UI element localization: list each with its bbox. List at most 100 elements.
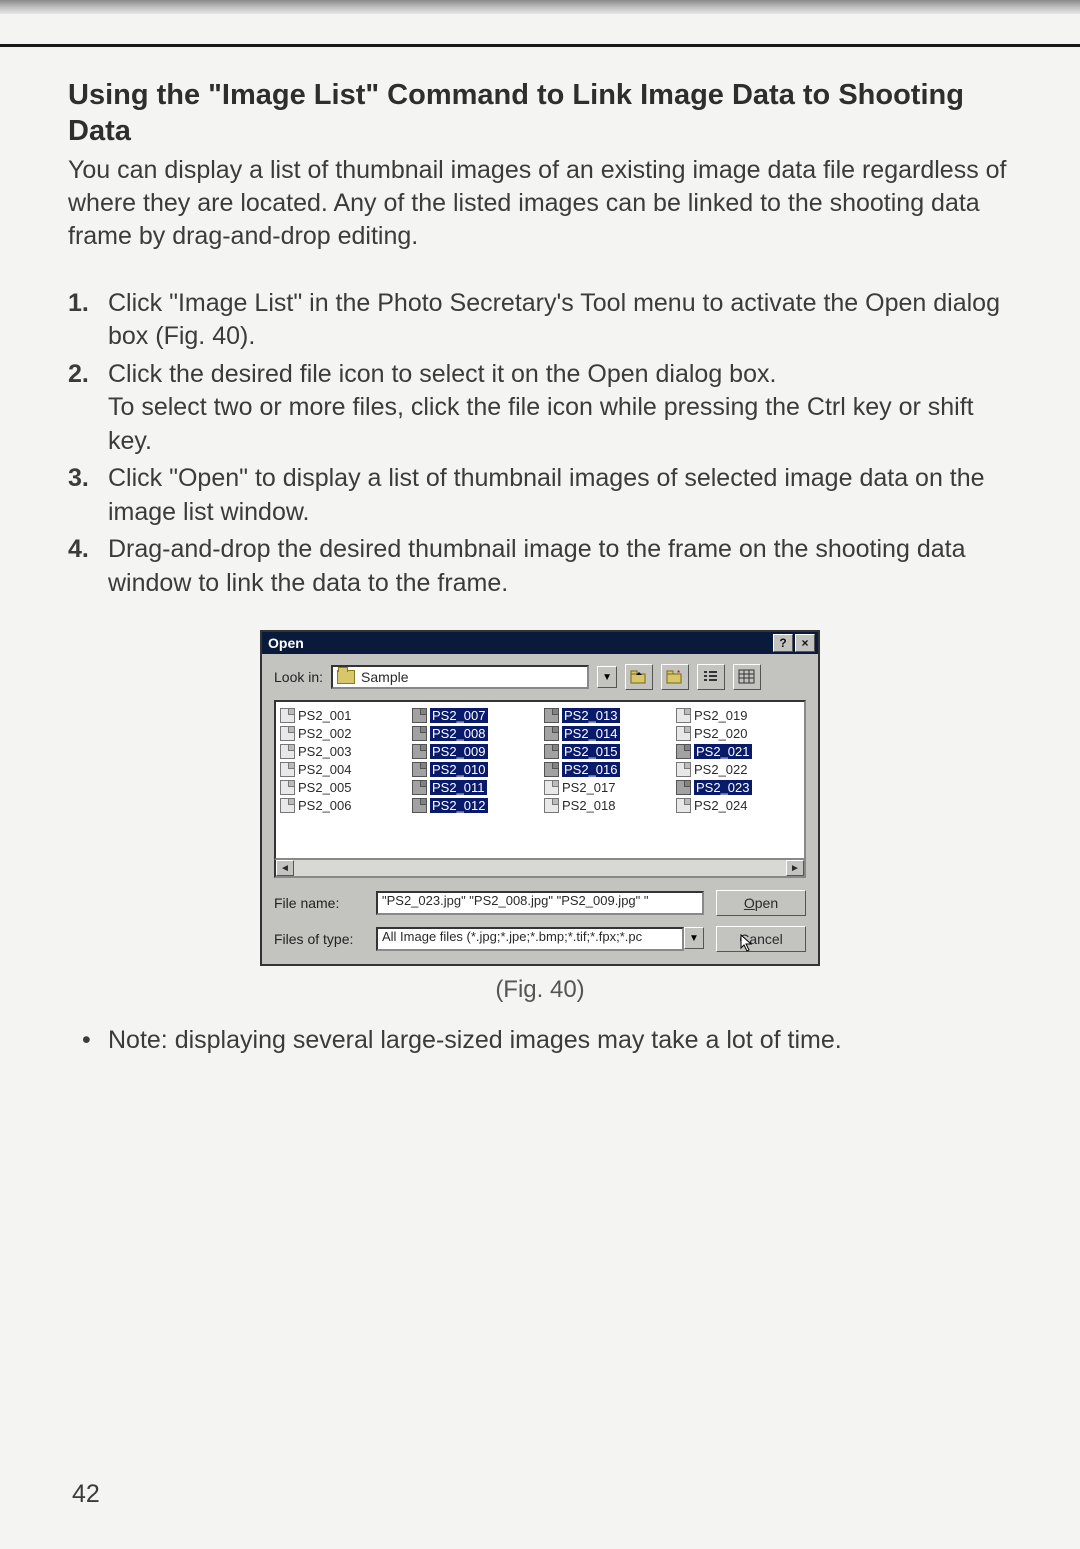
document-icon (412, 744, 427, 759)
note: Note: displaying several large-sized ima… (68, 1026, 1012, 1055)
list-icon (702, 669, 720, 685)
file-name: PS2_018 (562, 798, 616, 813)
document-icon (544, 780, 559, 795)
file-item[interactable]: PS2_016 (544, 762, 668, 777)
document-icon (676, 708, 691, 723)
details-icon (738, 669, 756, 685)
document-icon (676, 744, 691, 759)
open-button[interactable]: Open (716, 890, 806, 916)
document-icon (280, 780, 295, 795)
file-item[interactable]: PS2_015 (544, 744, 668, 759)
file-name: PS2_006 (298, 798, 352, 813)
filename-label: File name: (274, 895, 364, 911)
file-item[interactable]: PS2_002 (280, 726, 404, 741)
document-icon (280, 798, 295, 813)
folder-icon (337, 670, 355, 684)
step-text: Click the desired file icon to select it… (108, 360, 974, 455)
file-name: PS2_009 (430, 744, 488, 759)
file-item[interactable]: PS2_004 (280, 762, 404, 777)
file-item[interactable]: PS2_005 (280, 780, 404, 795)
horizontal-rule (0, 44, 1080, 47)
step-text: Click "Image List" in the Photo Secretar… (108, 289, 1000, 351)
file-item[interactable]: PS2_012 (412, 798, 536, 813)
list-view-button[interactable] (697, 664, 725, 690)
lookin-combo[interactable]: Sample (331, 665, 589, 689)
file-name: PS2_022 (694, 762, 748, 777)
file-name: PS2_013 (562, 708, 620, 723)
horizontal-scrollbar[interactable]: ◄ ► (274, 860, 806, 878)
file-name: PS2_023 (694, 780, 752, 795)
scroll-left-button[interactable]: ◄ (276, 860, 294, 876)
instruction-list: 1.Click "Image List" in the Photo Secret… (68, 287, 1012, 601)
file-item[interactable]: PS2_003 (280, 744, 404, 759)
open-dialog: Open ? × Look in: Sample ▼ * (260, 630, 820, 966)
file-name: PS2_001 (298, 708, 352, 723)
document-icon (412, 780, 427, 795)
document-icon (412, 798, 427, 813)
step-3: 3.Click "Open" to display a list of thum… (68, 462, 1012, 529)
dialog-title: Open (268, 635, 304, 651)
filetype-combo[interactable]: All Image files (*.jpg;*.jpe;*.bmp;*.tif… (376, 927, 684, 951)
mouse-cursor-icon (740, 934, 756, 954)
file-item[interactable]: PS2_017 (544, 780, 668, 795)
help-button[interactable]: ? (773, 634, 793, 652)
lookin-dropdown-button[interactable]: ▼ (597, 666, 617, 688)
document-icon (676, 798, 691, 813)
file-name: PS2_002 (298, 726, 352, 741)
filename-input[interactable]: "PS2_023.jpg" "PS2_008.jpg" "PS2_009.jpg… (376, 891, 704, 915)
filetype-dropdown-button[interactable]: ▼ (684, 927, 704, 949)
file-name: PS2_003 (298, 744, 352, 759)
document-icon (280, 726, 295, 741)
scan-top-edge (0, 0, 1080, 14)
file-name: PS2_019 (694, 708, 748, 723)
new-folder-icon: * (666, 669, 684, 685)
dialog-titlebar[interactable]: Open ? × (262, 632, 818, 654)
file-item[interactable]: PS2_019 (676, 708, 800, 723)
section-heading: Using the "Image List" Command to Link I… (68, 77, 1012, 150)
cancel-button[interactable]: Cancel (716, 926, 806, 952)
file-item[interactable]: PS2_021 (676, 744, 800, 759)
document-icon (412, 726, 427, 741)
file-item[interactable]: PS2_023 (676, 780, 800, 795)
file-item[interactable]: PS2_020 (676, 726, 800, 741)
file-name: PS2_004 (298, 762, 352, 777)
file-item[interactable]: PS2_007 (412, 708, 536, 723)
close-button[interactable]: × (795, 634, 815, 652)
file-item[interactable]: PS2_009 (412, 744, 536, 759)
document-icon (544, 708, 559, 723)
up-one-level-button[interactable] (625, 664, 653, 690)
file-item[interactable]: PS2_010 (412, 762, 536, 777)
document-icon (544, 744, 559, 759)
document-icon (676, 762, 691, 777)
document-icon (544, 798, 559, 813)
file-name: PS2_011 (430, 780, 487, 795)
file-name: PS2_005 (298, 780, 352, 795)
file-list-area[interactable]: PS2_001 PS2_002 PS2_003 PS2_004 PS2_005 PS2_0… (274, 700, 806, 860)
document-icon (412, 762, 427, 777)
file-item[interactable]: PS2_014 (544, 726, 668, 741)
document-icon (280, 762, 295, 777)
scroll-track[interactable] (294, 860, 786, 876)
file-item[interactable]: PS2_018 (544, 798, 668, 813)
document-icon (544, 762, 559, 777)
scroll-right-button[interactable]: ► (786, 860, 804, 876)
new-folder-button[interactable]: * (661, 664, 689, 690)
document-icon (544, 726, 559, 741)
intro-paragraph: You can display a list of thumbnail imag… (68, 154, 1012, 253)
filetype-label: Files of type: (274, 931, 364, 947)
file-item[interactable]: PS2_001 (280, 708, 404, 723)
document-icon (676, 780, 691, 795)
file-item[interactable]: PS2_024 (676, 798, 800, 813)
file-name: PS2_021 (694, 744, 752, 759)
file-item[interactable]: PS2_022 (676, 762, 800, 777)
file-name: PS2_015 (562, 744, 620, 759)
file-item[interactable]: PS2_006 (280, 798, 404, 813)
file-item[interactable]: PS2_013 (544, 708, 668, 723)
file-item[interactable]: PS2_011 (412, 780, 536, 795)
step-2: 2.Click the desired file icon to select … (68, 358, 1012, 459)
up-folder-icon (630, 669, 648, 685)
file-item[interactable]: PS2_008 (412, 726, 536, 741)
figure-caption: (Fig. 40) (68, 976, 1012, 1004)
document-icon (280, 744, 295, 759)
details-view-button[interactable] (733, 664, 761, 690)
